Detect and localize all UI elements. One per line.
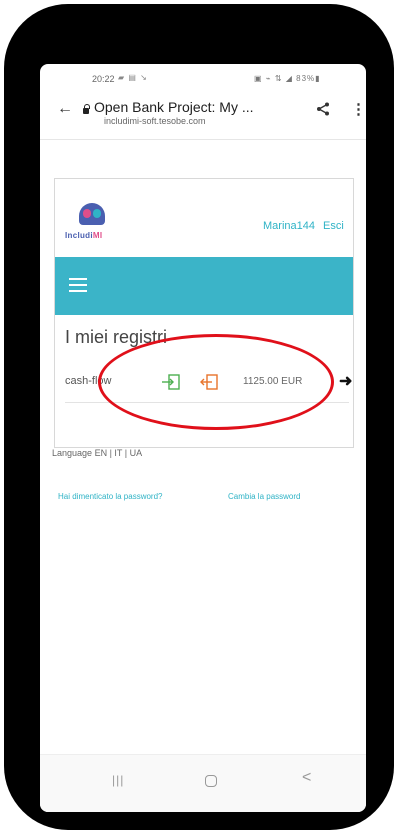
arrow-right-icon[interactable]: ➜ (339, 371, 352, 391)
logout-link[interactable]: Esci (323, 220, 344, 232)
menu-icon[interactable]: ⋮ (351, 100, 366, 118)
logo-face-icon (93, 209, 101, 218)
language-label: Language (52, 448, 93, 458)
hamburger-icon[interactable] (69, 278, 87, 292)
phone-screen: 20:22 ▰ ▤ ↘ ▣ ⌁ ⇅ ◢ 83%▮ ← Open Bank Pro… (40, 64, 366, 812)
recent-apps-icon[interactable]: ||| (112, 773, 124, 787)
language-en[interactable]: EN (95, 448, 108, 458)
status-bar: 20:22 ▰ ▤ ↘ ▣ ⌁ ⇅ ◢ 83%▮ (40, 66, 366, 92)
nav-back-icon[interactable]: < (302, 769, 311, 787)
language-it[interactable]: IT (114, 448, 122, 458)
status-time: 20:22 (92, 74, 115, 84)
browser-toolbar: ← Open Bank Project: My ... includimi-so… (40, 94, 366, 140)
logo-text-main: Includi (65, 231, 93, 240)
logo-text: IncludiMI (65, 231, 102, 240)
annotation-ellipse (98, 334, 334, 430)
system-status-icons: ▣ ⌁ ⇅ ◢ 83%▮ (254, 74, 321, 83)
notification-icons: ▰ ▤ ↘ (118, 73, 148, 82)
phone-frame: 20:22 ▰ ▤ ↘ ▣ ⌁ ⇅ ◢ 83%▮ ← Open Bank Pro… (4, 4, 394, 830)
back-icon[interactable]: ← (57, 100, 73, 118)
forgot-password-link[interactable]: Hai dimenticato la password? (58, 492, 163, 501)
home-icon[interactable] (205, 775, 217, 787)
change-password-link[interactable]: Cambia la password (228, 492, 300, 501)
android-nav-bar: ||| < (40, 754, 366, 812)
logo-face-icon (83, 209, 91, 218)
page-title[interactable]: Open Bank Project: My ... (94, 99, 254, 115)
page-url[interactable]: includimi-soft.tesobe.com (104, 116, 206, 126)
logo-text-accent: MI (92, 231, 103, 240)
share-icon[interactable] (316, 102, 330, 116)
lock-icon[interactable] (83, 104, 90, 114)
username-link[interactable]: Marina144 (263, 220, 315, 232)
language-ua[interactable]: UA (130, 448, 143, 458)
nav-bar (55, 257, 353, 315)
language-selector: Language EN | IT | UA (52, 448, 143, 458)
app-logo[interactable]: IncludiMI (65, 201, 125, 247)
